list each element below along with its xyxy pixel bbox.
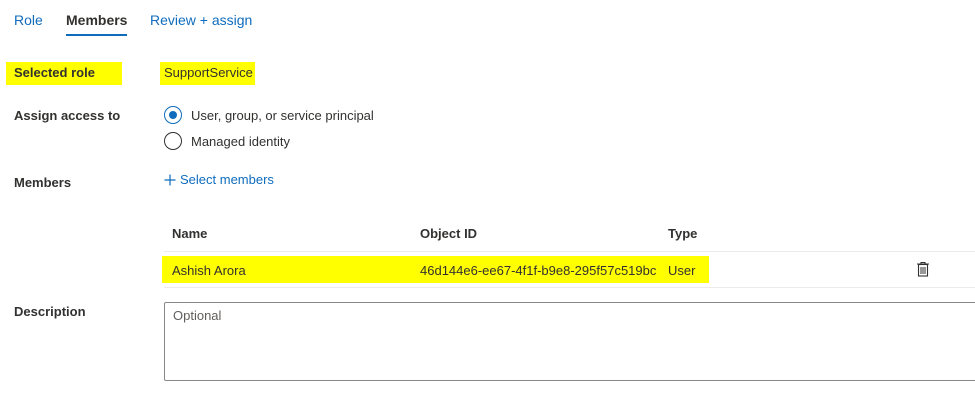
member-name: Ashish Arora — [172, 263, 246, 278]
description-label: Description — [14, 304, 86, 319]
tab-role[interactable]: Role — [14, 11, 43, 29]
member-object-id: 46d144e6-ee67-4f1f-b9e8-295f57c519bc — [420, 263, 657, 278]
active-tab-indicator — [66, 34, 127, 36]
members-label: Members — [14, 175, 72, 190]
assign-access-label: Assign access to — [14, 108, 121, 123]
tab-review-assign[interactable]: Review + assign — [150, 11, 252, 29]
radio-user-group-sp-label[interactable]: User, group, or service principal — [191, 108, 374, 123]
member-type: User — [668, 263, 696, 278]
selected-role-label: Selected role — [14, 65, 95, 80]
select-members-label: Select members — [180, 172, 274, 187]
description-field[interactable] — [164, 302, 975, 381]
radio-managed-identity-label[interactable]: Managed identity — [191, 134, 290, 149]
selected-role-value: SupportService — [164, 65, 253, 80]
table-header-divider — [164, 251, 975, 252]
plus-icon — [164, 174, 176, 186]
column-header-name[interactable]: Name — [172, 226, 207, 241]
trash-icon[interactable] — [916, 261, 930, 280]
radio-user-group-sp[interactable] — [164, 106, 182, 124]
table-row-divider — [164, 287, 975, 288]
tab-members[interactable]: Members — [66, 11, 127, 29]
radio-managed-identity[interactable] — [164, 132, 182, 150]
select-members-link[interactable]: Select members — [164, 172, 274, 187]
column-header-object-id[interactable]: Object ID — [420, 226, 477, 241]
column-header-type[interactable]: Type — [668, 226, 697, 241]
